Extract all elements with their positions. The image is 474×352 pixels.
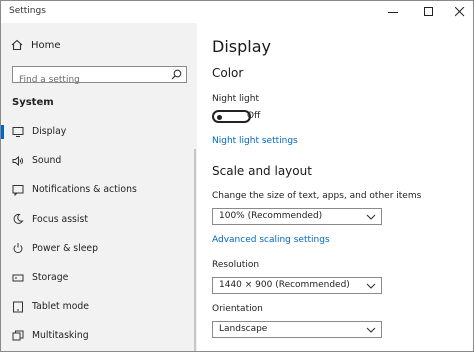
search-box[interactable] xyxy=(12,66,187,88)
maximize-button[interactable] xyxy=(416,1,442,23)
sidebar-item-notifications[interactable]: Notifications & actions xyxy=(1,175,194,204)
notification-icon xyxy=(12,184,24,196)
sidebar-nav: Display Sound Notifications & actions Fo… xyxy=(1,117,194,351)
sidebar-item-label: Display xyxy=(32,126,67,138)
sidebar-item-multitasking[interactable]: Multitasking xyxy=(1,321,194,350)
orientation-label: Orientation xyxy=(212,304,263,314)
sidebar-item-label: Focus assist xyxy=(32,213,88,225)
minimize-icon xyxy=(388,12,398,13)
search-input[interactable] xyxy=(13,72,169,88)
sidebar-item-label: Multitasking xyxy=(32,330,89,342)
speaker-icon xyxy=(12,155,24,167)
sidebar-item-label: Sound xyxy=(32,155,62,167)
sidebar-item-label: Tablet mode xyxy=(32,301,90,313)
moon-icon xyxy=(12,213,24,225)
power-icon xyxy=(12,242,24,254)
home-label: Home xyxy=(31,39,61,51)
resolution-label: Resolution xyxy=(212,260,260,270)
orientation-dropdown[interactable]: Landscape xyxy=(212,321,382,338)
close-icon xyxy=(455,7,465,17)
sidebar-item-storage[interactable]: Storage xyxy=(1,263,194,292)
chevron-down-icon xyxy=(366,212,376,222)
storage-icon xyxy=(12,272,24,284)
night-light-settings-link[interactable]: Night light settings xyxy=(212,136,298,146)
resolution-dropdown[interactable]: 1440 × 900 (Recommended) xyxy=(212,277,382,294)
night-light-toggle[interactable] xyxy=(212,110,251,123)
minimize-button[interactable] xyxy=(380,1,406,23)
sidebar-item-power-sleep[interactable]: Power & sleep xyxy=(1,234,194,263)
scale-dropdown[interactable]: 100% (Recommended) xyxy=(212,208,382,225)
close-button[interactable] xyxy=(447,1,473,23)
orientation-dropdown-value: Landscape xyxy=(219,324,268,334)
chevron-down-icon xyxy=(366,325,376,335)
multitasking-icon xyxy=(12,330,24,342)
night-light-label: Night light xyxy=(212,94,259,104)
sidebar-scrollbar[interactable] xyxy=(194,149,196,351)
sidebar-item-label: Storage xyxy=(32,272,69,284)
sidebar-item-tablet-mode[interactable]: Tablet mode xyxy=(1,292,194,321)
chevron-down-icon xyxy=(366,281,376,291)
scale-dropdown-value: 100% (Recommended) xyxy=(219,211,323,221)
sidebar-item-label: Notifications & actions xyxy=(32,184,137,196)
sidebar-item-sound[interactable]: Sound xyxy=(1,146,194,175)
search-icon[interactable] xyxy=(171,69,182,80)
window-title: Settings xyxy=(9,6,46,16)
home-icon xyxy=(11,39,23,51)
main-content: Display Color Night light Off Night ligh… xyxy=(197,23,473,351)
home-button[interactable]: Home xyxy=(11,39,61,51)
active-indicator xyxy=(1,125,4,139)
color-heading: Color xyxy=(212,66,244,80)
scale-layout-heading: Scale and layout xyxy=(212,164,312,178)
sidebar: Home System Display Sound xyxy=(1,23,197,351)
title-bar: Settings xyxy=(1,1,473,23)
resolution-dropdown-value: 1440 × 900 (Recommended) xyxy=(219,280,350,290)
page-title: Display xyxy=(212,37,271,56)
display-icon xyxy=(12,126,24,138)
scale-label: Change the size of text, apps, and other… xyxy=(212,191,422,201)
section-label-system: System xyxy=(12,97,54,108)
night-light-state: Off xyxy=(247,111,261,121)
tablet-icon xyxy=(12,301,24,313)
maximize-icon xyxy=(424,7,433,16)
advanced-scaling-link[interactable]: Advanced scaling settings xyxy=(212,235,330,245)
toggle-knob xyxy=(217,114,222,120)
settings-window: Settings Home System xyxy=(0,0,474,352)
sidebar-item-label: Power & sleep xyxy=(32,242,99,254)
sidebar-item-focus-assist[interactable]: Focus assist xyxy=(1,205,194,234)
sidebar-item-display[interactable]: Display xyxy=(1,117,194,146)
